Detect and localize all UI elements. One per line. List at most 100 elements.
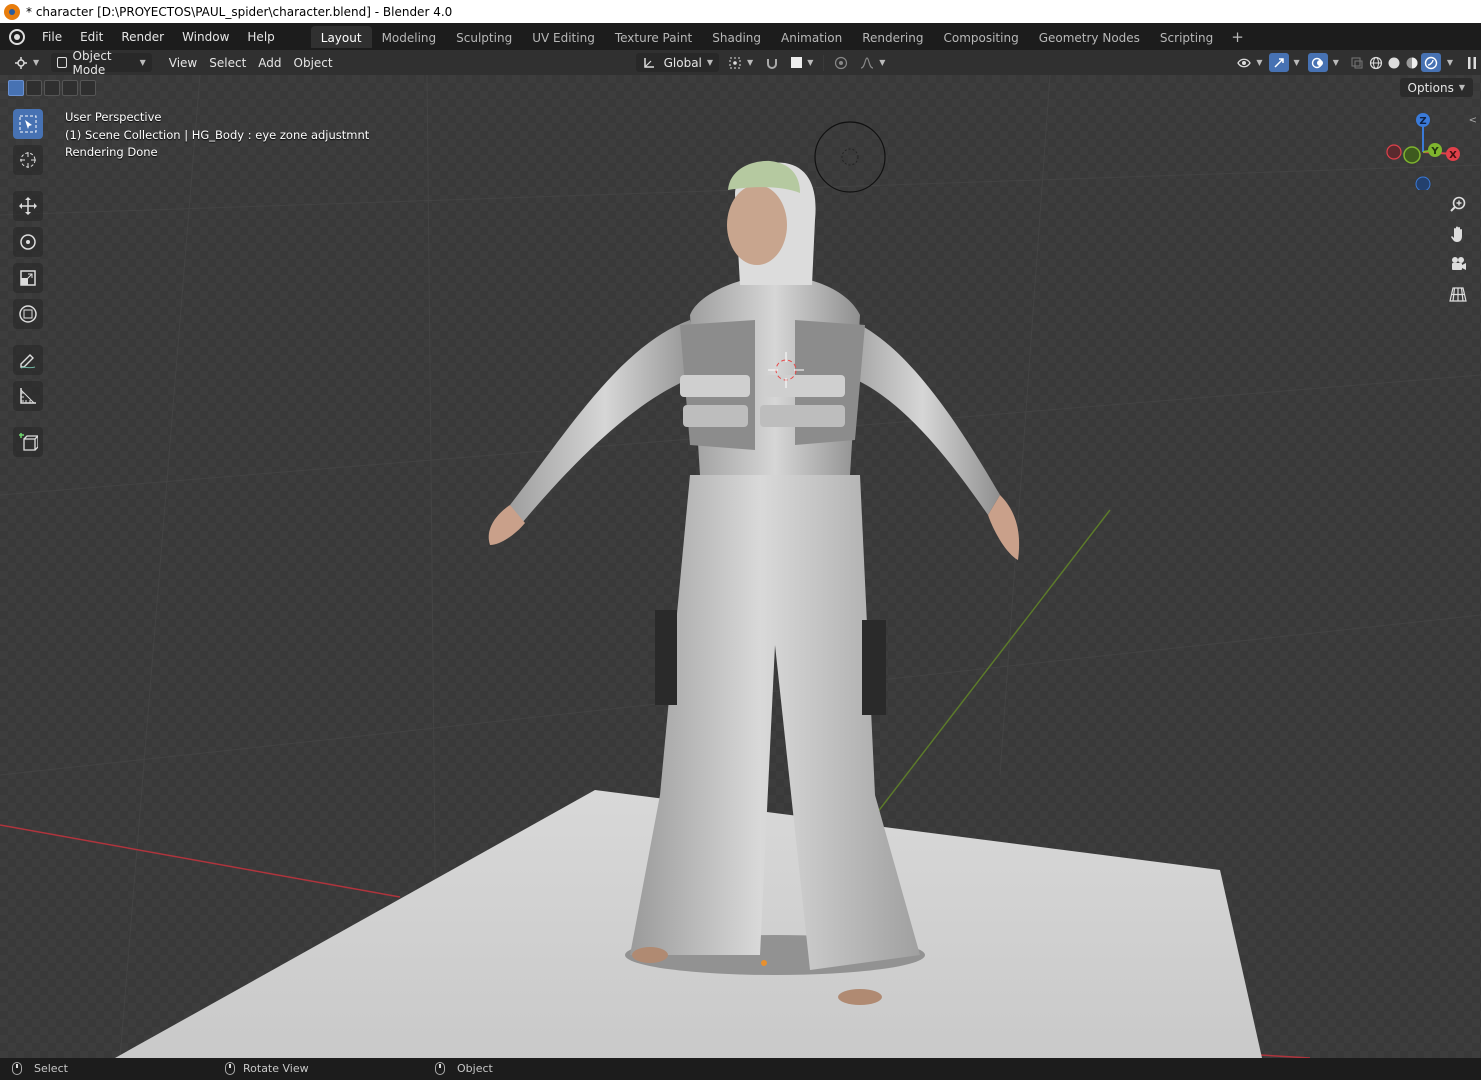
snap-target-dropdown[interactable]: ▼ (785, 53, 819, 72)
select-extend-mode[interactable] (26, 80, 42, 96)
blender-menu-icon[interactable] (9, 28, 25, 45)
shading-material-button[interactable] (1403, 53, 1421, 72)
blender-app-icon (4, 3, 20, 20)
navigation-buttons (1447, 193, 1469, 305)
header-separator (823, 54, 825, 71)
tool-move[interactable] (13, 191, 43, 221)
status-right-label: Object (457, 1062, 493, 1075)
y-axis-label: Y (1430, 146, 1439, 157)
shading-rendered-button[interactable] (1420, 53, 1441, 72)
select-invert-mode[interactable] (62, 80, 78, 96)
shading-wireframe-button[interactable] (1367, 53, 1385, 72)
mouse-middle-icon (225, 1062, 235, 1075)
select-intersect-mode[interactable] (80, 80, 96, 96)
xray-toggle[interactable] (1347, 53, 1367, 72)
overlays-toggle[interactable] (1307, 53, 1328, 72)
shading-solid-button[interactable] (1385, 53, 1403, 72)
header-menu-view[interactable]: View (163, 53, 203, 72)
tab-scripting[interactable]: Scripting (1150, 26, 1223, 48)
menu-help[interactable]: Help (238, 26, 283, 48)
tab-compositing[interactable]: Compositing (933, 26, 1028, 48)
render-status-label: Rendering Done (65, 145, 158, 159)
proportional-edit-toggle[interactable] (828, 53, 854, 72)
menu-file[interactable]: File (33, 26, 71, 48)
header-menu-object[interactable]: Object (288, 53, 339, 72)
top-menu-bar: File Edit Render Window Help Layout Mode… (0, 23, 1481, 50)
menu-render[interactable]: Render (112, 26, 173, 48)
camera-view-button[interactable] (1447, 253, 1469, 275)
tool-scale[interactable] (13, 263, 43, 293)
rendered-sphere-icon (1424, 56, 1438, 69)
tool-add-cube[interactable] (13, 427, 43, 457)
navigation-gizmo[interactable]: Z Y X (1383, 110, 1463, 190)
status-bar: Select Rotate View Object (0, 1058, 1481, 1080)
neg-y-axis-handle (1403, 146, 1421, 164)
object-mode-icon (57, 57, 67, 68)
shading-dropdown-arrow[interactable]: ▼ (1447, 58, 1453, 67)
cursor-icon (20, 152, 36, 168)
tab-modeling[interactable]: Modeling (372, 26, 447, 48)
window-titlebar: * character [D:\PROYECTOS\PAUL_spider\ch… (0, 0, 1481, 23)
tool-cursor[interactable] (13, 145, 43, 175)
menu-window[interactable]: Window (173, 26, 238, 48)
x-axis-label: X (1449, 150, 1457, 161)
orientation-label: Global (663, 55, 702, 70)
falloff-dropdown[interactable]: ▼ (854, 53, 891, 72)
options-dropdown[interactable]: Options ▼ (1399, 78, 1473, 97)
snap-toggle[interactable] (759, 53, 785, 72)
select-new-mode[interactable] (8, 80, 24, 96)
header-menu-select[interactable]: Select (203, 53, 252, 72)
status-middle-label: Rotate View (243, 1062, 309, 1075)
status-left-label: Select (34, 1062, 68, 1075)
light-object (814, 121, 886, 193)
solid-sphere-icon (1388, 57, 1400, 68)
wireframe-sphere-icon (1369, 56, 1382, 69)
pivot-point-dropdown[interactable]: ▼ (722, 53, 759, 72)
transform-orientation-dropdown[interactable]: Global ▼ (635, 53, 720, 72)
selection-mode-buttons (8, 80, 96, 96)
tab-shading[interactable]: Shading (702, 26, 771, 48)
eye-icon (1237, 58, 1252, 67)
tab-layout[interactable]: Layout (310, 25, 372, 48)
menu-edit[interactable]: Edit (71, 26, 112, 48)
projection-toggle-button[interactable] (1447, 283, 1469, 305)
tool-annotate[interactable] (13, 345, 43, 375)
pause-icon (1468, 56, 1476, 69)
overlays-icon (1311, 57, 1323, 68)
pause-render-button[interactable] (1463, 53, 1481, 72)
gizmo-toggle[interactable] (1268, 53, 1289, 72)
mode-dropdown[interactable]: Object Mode ▼ (51, 49, 152, 77)
window-title: * character [D:\PROYECTOS\PAUL_spider\ch… (26, 4, 453, 19)
zoom-button[interactable] (1447, 193, 1469, 215)
zoom-magnifier-icon (1450, 196, 1466, 212)
header-menu-add[interactable]: Add (252, 53, 287, 72)
tab-rendering[interactable]: Rendering (852, 26, 933, 48)
tab-geometry-nodes[interactable]: Geometry Nodes (1029, 26, 1150, 48)
viewport-header: ▼ Object Mode ▼ View Select Add Object Gl… (0, 49, 1481, 77)
options-label: Options (1407, 80, 1454, 95)
editor-type-button[interactable]: ▼ (8, 53, 45, 72)
transform-icon (19, 305, 37, 323)
neg-x-axis-handle (1386, 144, 1402, 160)
tab-uv-editing[interactable]: UV Editing (522, 26, 605, 48)
select-subtract-mode[interactable] (44, 80, 60, 96)
add-workspace-button[interactable]: + (1223, 26, 1252, 48)
tool-rotate[interactable] (13, 227, 43, 257)
pan-button[interactable] (1447, 223, 1469, 245)
tool-measure[interactable] (13, 381, 43, 411)
scale-icon (20, 270, 36, 286)
material-sphere-icon (1406, 57, 1418, 68)
gizmo-dropdown-arrow[interactable]: ▼ (1294, 58, 1300, 67)
tab-animation[interactable]: Animation (771, 26, 852, 48)
tool-select-box[interactable] (13, 109, 43, 139)
visibility-dropdown[interactable]: ▼ (1231, 53, 1268, 72)
3d-viewport[interactable]: User Perspective (1) Scene Collection | … (0, 75, 1481, 1058)
scene-render[interactable] (0, 75, 1481, 1058)
tab-texture-paint[interactable]: Texture Paint (605, 26, 702, 48)
sidebar-collapse-arrow[interactable]: < (1469, 115, 1477, 126)
overlays-dropdown-arrow[interactable]: ▼ (1333, 58, 1339, 67)
tool-transform[interactable] (13, 299, 43, 329)
mode-label: Object Mode (72, 48, 112, 77)
tab-sculpting[interactable]: Sculpting (446, 26, 522, 48)
rotate-icon (20, 234, 36, 250)
